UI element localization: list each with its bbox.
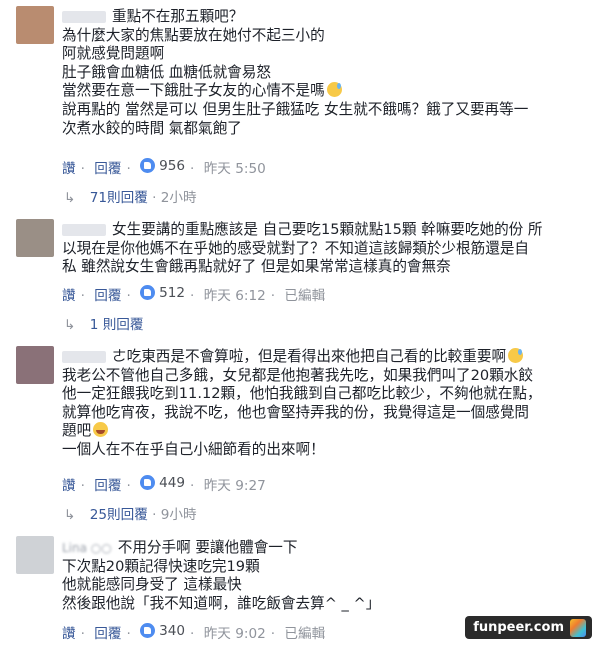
comment-text: 下次點20顆記得快速吃完19顆 <box>62 557 260 575</box>
comment-text: 不用分手啊 要讓他體會一下 <box>117 539 298 556</box>
view-replies[interactable]: ↳ 25則回覆 · 9小時 <box>64 503 197 523</box>
timestamp[interactable]: 昨天 5:50 <box>204 161 266 177</box>
comment-text: 就算他吃宵夜，我說不吃，他也會堅持弄我的份，我覺得這是一個感覺問 <box>62 403 530 421</box>
replies-time: 2小時 <box>160 190 197 206</box>
view-replies[interactable]: ↳ 1 則回覆 <box>64 313 143 333</box>
like-link[interactable]: 讚 <box>62 161 76 177</box>
like-link[interactable]: 讚 <box>62 478 76 494</box>
thumbs-up-icon <box>140 158 156 173</box>
avatar[interactable] <box>16 6 54 44</box>
comment-text: 以現在是你他媽不在乎她的感受就對了？不知道這該歸類於少根筋還是自 <box>62 239 530 257</box>
like-count[interactable]: 956 <box>140 158 185 174</box>
reply-link[interactable]: 回覆 <box>94 626 121 642</box>
commenter-name[interactable] <box>62 351 106 363</box>
replies-time: 9小時 <box>160 507 197 523</box>
avatar[interactable] <box>16 346 54 384</box>
thumbs-up-icon <box>140 623 156 638</box>
comment-text: 當然要在意一下餓肚子女友的心情不是嗎 <box>62 82 325 100</box>
comment-actions: 讚 · 回覆 · 512 · 昨天 6:12 · 已編輯 <box>62 284 326 305</box>
comment-text: 他一定狂餵我吃到11.12顆，他怕我餓到自己都吃比較少，不夠他就在點， <box>62 385 542 403</box>
comment-text: 女生要講的重點應該是 自己要吃15顆就點15顆 幹嘛要吃她的份 所 <box>112 221 543 238</box>
avatar[interactable] <box>16 536 54 574</box>
like-count[interactable]: 340 <box>140 623 185 639</box>
reply-arrow-icon: ↳ <box>64 190 76 206</box>
comment-text: 他就能感同身受了 這樣最快 <box>62 576 242 594</box>
timestamp[interactable]: 昨天 9:02 <box>204 626 266 642</box>
comment-body: 女生要講的重點應該是 自己要吃15顆就點15顆 幹嘛要吃她的份 所 以現在是你他… <box>62 221 586 277</box>
comment-text: ㄜ吃東西是不會算啦，但是看得出來他把自己看的比較重要啊 <box>112 348 507 365</box>
edited-label[interactable]: 已編輯 <box>284 288 325 304</box>
comment-text: 私 雖然說女生會餓再點就好了 但是如果常常這樣真的會無奈 <box>62 258 451 276</box>
comment-text: 說再點的 當然是可以 但男生肚子餓猛吃 女生就不餓嗎？餓了又要再等一 <box>62 100 529 118</box>
replies-count-link[interactable]: 1 則回覆 <box>90 317 144 333</box>
avatar[interactable] <box>16 219 54 257</box>
commenter-name[interactable] <box>62 11 106 23</box>
laughing-emoji-icon <box>93 422 109 438</box>
like-count[interactable]: 512 <box>140 285 185 301</box>
replies-count-link[interactable]: 25則回覆 <box>90 507 148 523</box>
comment-actions: 讚 · 回覆 · 956 · 昨天 5:50 <box>62 157 266 178</box>
comment-text: 阿就感覺問題啊 <box>62 45 165 63</box>
comment-text: 重點不在那五顆吧？ <box>112 8 244 25</box>
thumbs-up-icon <box>140 475 156 490</box>
commenter-name[interactable]: Lina ○○ <box>62 539 112 558</box>
thumbs-up-icon <box>140 285 156 300</box>
reply-link[interactable]: 回覆 <box>94 161 121 177</box>
worried-sweat-emoji-icon <box>508 348 524 363</box>
comment-actions: 讚 · 回覆 · 449 · 昨天 9:27 <box>62 474 266 495</box>
funpeer-logo-icon <box>570 619 586 637</box>
comment-body: ㄜ吃東西是不會算啦，但是看得出來他把自己看的比較重要啊 我老公不管他自己多餓，女… <box>62 348 586 460</box>
edited-label[interactable]: 已編輯 <box>284 626 325 642</box>
comment-text: 次煮水餃的時間 氣都氣飽了 <box>62 119 242 137</box>
reply-link[interactable]: 回覆 <box>94 478 121 494</box>
comment-body: 重點不在那五顆吧？ 為什麼大家的焦點要放在她付不起三小的 阿就感覺問題啊 肚子餓… <box>62 8 586 138</box>
reply-arrow-icon: ↳ <box>64 317 76 333</box>
like-count[interactable]: 449 <box>140 475 185 491</box>
watermark-text: funpeer.com <box>473 620 564 635</box>
comment-actions: 讚 · 回覆 · 340 · 昨天 9:02 · 已編輯 <box>62 622 326 643</box>
site-watermark: funpeer.com <box>465 616 592 639</box>
view-replies[interactable]: ↳ 71則回覆 · 2小時 <box>64 186 197 206</box>
replies-count-link[interactable]: 71則回覆 <box>90 190 148 206</box>
like-link[interactable]: 讚 <box>62 626 76 642</box>
comment-text: 我老公不管他自己多餓，女兒都是他抱著我先吃，如果我們叫了20顆水餃 <box>62 366 533 384</box>
timestamp[interactable]: 昨天 9:27 <box>204 478 266 494</box>
commenter-name[interactable] <box>62 224 106 236</box>
comment-text: 一個人在不在乎自己小細節看的出來啊！ <box>62 440 325 458</box>
like-link[interactable]: 讚 <box>62 288 76 304</box>
comment-text: 題吧 <box>62 422 92 440</box>
timestamp[interactable]: 昨天 6:12 <box>204 288 266 304</box>
comment-text: 然後跟他說「我不知道啊，誰吃飯會去算^ _ ^」 <box>62 594 381 612</box>
reply-link[interactable]: 回覆 <box>94 288 121 304</box>
reply-arrow-icon: ↳ <box>64 507 76 523</box>
comment-text: 肚子餓會血糖低 血糖低就會易怒 <box>62 63 271 81</box>
comment-body: Lina ○○ 不用分手啊 要讓他體會一下 下次點20顆記得快速吃完19顆 他就能… <box>62 539 586 613</box>
angry-sweat-emoji-icon <box>326 82 342 98</box>
comment-text: 為什麼大家的焦點要放在她付不起三小的 <box>62 26 325 44</box>
